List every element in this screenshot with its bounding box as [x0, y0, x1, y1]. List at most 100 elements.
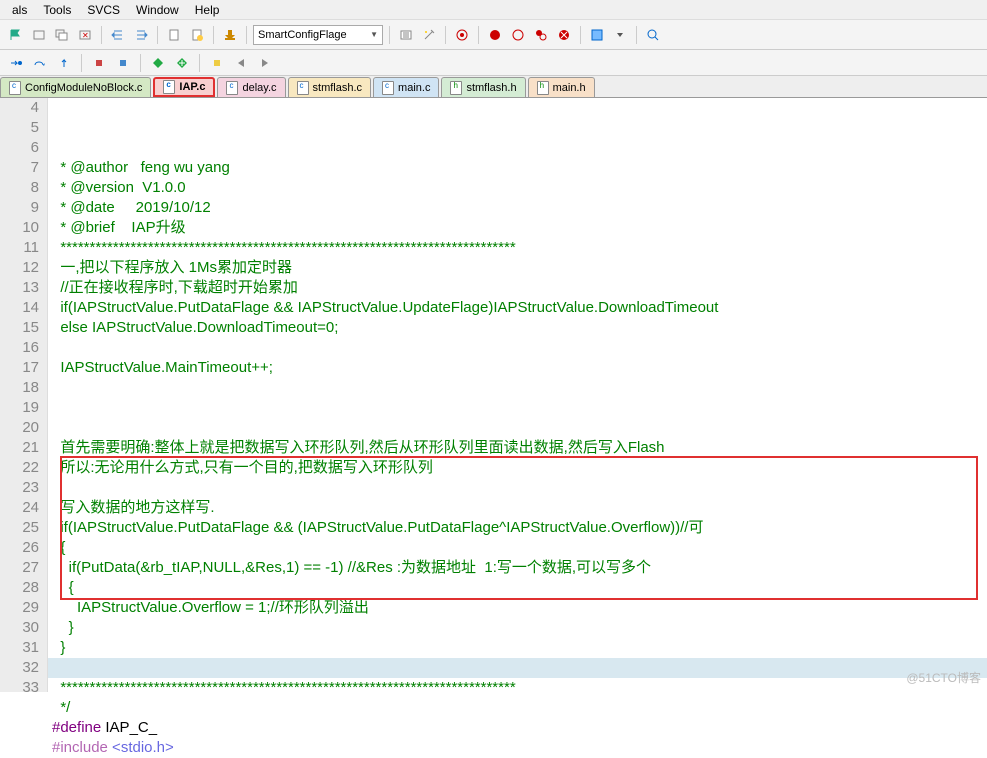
line-number: 14 [0, 298, 39, 318]
separator [246, 26, 247, 44]
red-marker-icon[interactable] [89, 53, 109, 73]
code-line[interactable] [52, 658, 987, 678]
window-icon[interactable] [587, 25, 607, 45]
code-line[interactable]: if(IAPStructValue.PutDataFlage && (IAPSt… [52, 518, 987, 538]
indent-right-icon[interactable] [131, 25, 151, 45]
code-line[interactable]: 一,把以下程序放入 1Ms累加定时器 [52, 258, 987, 278]
code-line[interactable]: IAPStructValue.MainTimeout++; [52, 358, 987, 378]
code-line[interactable]: 首先需要明确:整体上就是把数据写入环形队列,然后从环形队列里面读出数据,然后写入… [52, 438, 987, 458]
code-line[interactable]: 写入数据的地方这样写. [52, 498, 987, 518]
code-line[interactable]: else IAPStructValue.DownloadTimeout=0; [52, 318, 987, 338]
dropdown-icon[interactable] [610, 25, 630, 45]
code-line[interactable] [52, 338, 987, 358]
doc-config-icon[interactable] [187, 25, 207, 45]
code-line[interactable]: } [52, 618, 987, 638]
step-out-icon[interactable] [54, 53, 74, 73]
step-over-icon[interactable] [30, 53, 50, 73]
flag-icon[interactable] [6, 25, 26, 45]
build-all-icon[interactable] [52, 25, 72, 45]
toolbar-main: ✕ SmartConfigFlage ▼ [0, 20, 987, 50]
line-number: 9 [0, 198, 39, 218]
blue-marker-icon[interactable] [113, 53, 133, 73]
yellow-marker-icon[interactable] [207, 53, 227, 73]
code-line[interactable]: if(PutData(&rb_tIAP,NULL,&Res,1) == -1) … [52, 558, 987, 578]
separator [101, 26, 102, 44]
back-icon[interactable] [231, 53, 251, 73]
search-project-icon[interactable] [643, 25, 663, 45]
load-icon[interactable] [220, 25, 240, 45]
code-line[interactable]: * @version V1.0.0 [52, 178, 987, 198]
code-line[interactable]: { [52, 538, 987, 558]
separator [636, 26, 637, 44]
wand-icon[interactable] [419, 25, 439, 45]
options-icon[interactable] [396, 25, 416, 45]
separator [81, 54, 82, 72]
editor-tab[interactable]: main.c [373, 77, 439, 97]
code-line[interactable]: * @author feng wu yang [52, 158, 987, 178]
line-number: 27 [0, 558, 39, 578]
line-number: 12 [0, 258, 39, 278]
code-line[interactable]: //正在接收程序时,下载超时开始累加 [52, 278, 987, 298]
line-gutter: 4567891011121314151617181920212223242526… [0, 98, 48, 692]
code-line[interactable] [52, 398, 987, 418]
line-number: 29 [0, 598, 39, 618]
fwd-icon[interactable] [255, 53, 275, 73]
code-line[interactable] [52, 478, 987, 498]
code-line[interactable]: if(IAPStructValue.PutDataFlage && IAPStr… [52, 298, 987, 318]
line-number: 8 [0, 178, 39, 198]
editor-tab[interactable]: ConfigModuleNoBlock.c [0, 77, 151, 97]
green-plus-icon[interactable] [172, 53, 192, 73]
tab-label: main.h [553, 82, 586, 94]
target-combo[interactable]: SmartConfigFlage ▼ [253, 25, 383, 45]
code-line[interactable]: 所以:无论用什么方式,只有一个目的,把数据写入环形队列 [52, 458, 987, 478]
line-number: 10 [0, 218, 39, 238]
code-editor[interactable]: 4567891011121314151617181920212223242526… [0, 98, 987, 692]
file-icon [9, 81, 21, 95]
separator [199, 54, 200, 72]
breakpoint-all-icon[interactable] [531, 25, 551, 45]
code-line[interactable]: ****************************************… [52, 238, 987, 258]
file-icon [226, 81, 238, 95]
editor-tab[interactable]: stmflash.c [288, 77, 372, 97]
code-line[interactable] [52, 418, 987, 438]
line-number: 4 [0, 98, 39, 118]
green-diamond-icon[interactable] [148, 53, 168, 73]
editor-tab[interactable]: main.h [528, 77, 595, 97]
code-line[interactable]: * @brief IAP升级 [52, 218, 987, 238]
rebuild-icon[interactable]: ✕ [75, 25, 95, 45]
breakpoint-icon[interactable] [485, 25, 505, 45]
editor-tab[interactable]: IAP.c [153, 77, 215, 97]
line-number: 6 [0, 138, 39, 158]
line-number: 31 [0, 638, 39, 658]
editor-tab[interactable]: stmflash.h [441, 77, 525, 97]
build-icon[interactable] [29, 25, 49, 45]
toolbar-debug [0, 50, 987, 76]
indent-left-icon[interactable] [108, 25, 128, 45]
code-line[interactable]: #include <stdio.h> [52, 738, 987, 758]
code-line[interactable]: */ [52, 698, 987, 718]
breakpoint-disable-icon[interactable] [508, 25, 528, 45]
breakpoint-kill-icon[interactable] [554, 25, 574, 45]
debug-start-icon[interactable] [452, 25, 472, 45]
menu-item[interactable]: Help [187, 1, 228, 19]
line-number: 33 [0, 678, 39, 698]
file-icon [163, 80, 175, 94]
code-line[interactable] [52, 378, 987, 398]
code-line[interactable]: * @date 2019/10/12 [52, 198, 987, 218]
line-number: 25 [0, 518, 39, 538]
code-line[interactable]: #define IAP_C_ [52, 718, 987, 738]
menu-item[interactable]: als [4, 1, 35, 19]
code-line[interactable]: } [52, 638, 987, 658]
editor-tab[interactable]: delay.c [217, 77, 285, 97]
menu-item[interactable]: Tools [35, 1, 79, 19]
step-icon[interactable] [6, 53, 26, 73]
menu-item[interactable]: Window [128, 1, 187, 19]
code-line[interactable]: ****************************************… [52, 678, 987, 698]
code-line[interactable]: IAPStructValue.Overflow = 1;//环形队列溢出 [52, 598, 987, 618]
code-area[interactable]: * @author feng wu yang * @version V1.0.0… [48, 98, 987, 692]
code-line[interactable]: { [52, 578, 987, 598]
menu-item[interactable]: SVCS [79, 1, 128, 19]
doc-icon[interactable] [164, 25, 184, 45]
file-icon [382, 81, 394, 95]
tab-label: stmflash.c [313, 82, 363, 94]
